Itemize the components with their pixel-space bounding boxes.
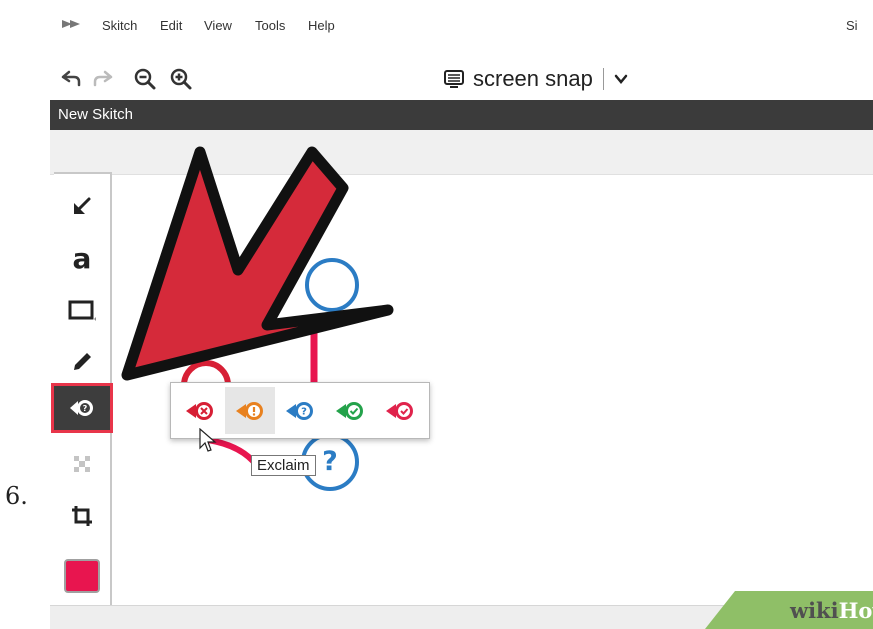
pixelate-icon: [74, 456, 90, 472]
skitch-window: Skitch Edit View Tools Help Si screen sn…: [50, 0, 873, 629]
menu-skitch[interactable]: Skitch: [102, 18, 137, 33]
reject-stamp-icon: [186, 401, 213, 420]
approve-stamp-icon: [336, 401, 363, 420]
snap-divider: [602, 68, 604, 90]
screen-snap-button[interactable]: screen snap: [443, 64, 628, 94]
toolbar: screen snap: [50, 58, 873, 100]
menu-bar: Skitch Edit View Tools Help Si: [50, 0, 873, 58]
document-title: New Skitch: [58, 106, 134, 123]
canvas-question-mark: ?: [322, 446, 338, 477]
screen-icon: [444, 70, 464, 88]
redo-icon[interactable]: [90, 66, 116, 92]
wikihow-wiki: wiki: [790, 598, 839, 623]
stamp-exclaim[interactable]: [225, 387, 275, 434]
color-swatch: [64, 559, 100, 593]
mouse-pointer-icon: [199, 428, 217, 452]
zoom-out-icon[interactable]: [132, 66, 158, 92]
skitch-logo-icon: [62, 20, 80, 28]
exclaim-stamp-icon: [236, 401, 263, 420]
chevron-down-icon[interactable]: [614, 72, 628, 86]
document-title-bar: New Skitch: [50, 100, 873, 130]
svg-text:?: ?: [301, 406, 307, 417]
wikihow-watermark: wikiHow: [790, 598, 873, 623]
stamp-favorite[interactable]: [375, 387, 425, 434]
menu-help[interactable]: Help: [308, 18, 335, 33]
step-number: 6.: [5, 482, 28, 510]
menu-edit[interactable]: Edit: [160, 18, 182, 33]
svg-text:?: ?: [83, 404, 88, 413]
screen-snap-label: screen snap: [473, 66, 593, 91]
undo-icon[interactable]: [58, 66, 84, 92]
sign-in-link[interactable]: Si: [846, 18, 858, 33]
crop-tool[interactable]: [54, 494, 110, 538]
stamp-reject[interactable]: [175, 387, 225, 434]
favorite-stamp-icon: [386, 401, 413, 420]
pixelate-tool[interactable]: [54, 442, 110, 486]
crop-icon: [72, 506, 92, 526]
stamp-icon: ?: [70, 400, 93, 416]
question-stamp-icon: ?: [286, 401, 313, 420]
zoom-in-icon[interactable]: [168, 66, 194, 92]
stamp-approve[interactable]: [325, 387, 375, 434]
stamp-question[interactable]: ?: [275, 387, 325, 434]
red-pointer-arrow: [121, 146, 394, 381]
menu-tools[interactable]: Tools: [255, 18, 285, 33]
color-picker-tool[interactable]: [54, 554, 110, 598]
menu-view[interactable]: View: [204, 18, 232, 33]
wikihow-how: How: [838, 598, 873, 623]
stamp-tool[interactable]: ?: [51, 383, 113, 433]
stamp-tooltip: Exclaim: [251, 455, 316, 476]
